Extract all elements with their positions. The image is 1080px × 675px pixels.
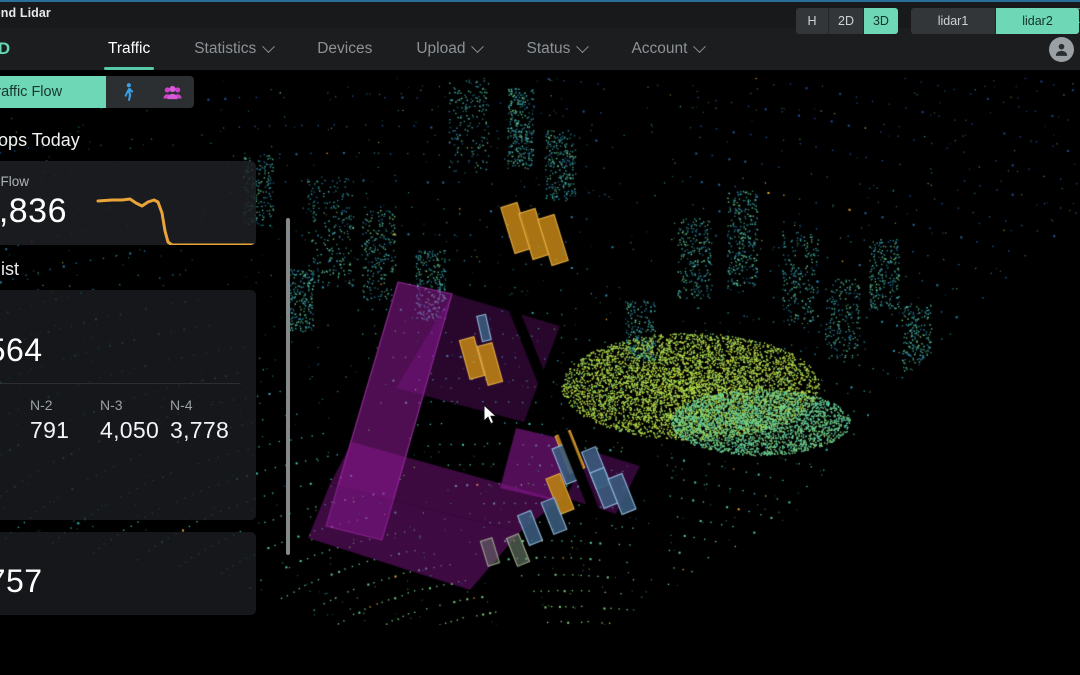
node-label: N-2	[30, 396, 53, 413]
chevron-down-icon	[693, 39, 707, 53]
group-east-dropdown[interactable]	[0, 545, 240, 554]
node-value: 95	[0, 478, 30, 505]
node-cell: N-595	[0, 458, 30, 505]
group-east-total: 2,757	[0, 562, 43, 599]
node-cell: N-3 4,050	[100, 397, 170, 444]
lidar-source-lidar2[interactable]: lidar2	[995, 8, 1079, 34]
divider	[0, 382, 240, 384]
nav-item-devices[interactable]: Devices	[295, 28, 394, 70]
node-label: N-4	[170, 396, 193, 413]
lidar-source-toggle[interactable]: lidar1 lidar2	[911, 8, 1079, 34]
node-label: N-5	[0, 458, 30, 474]
chevron-down-icon	[471, 39, 485, 53]
node-value: 791	[30, 416, 70, 443]
view-mode-toggle[interactable]: H 2D 3D	[796, 8, 898, 34]
section-title: tual Loops Today	[0, 130, 80, 150]
view-mode-h[interactable]: H	[796, 8, 828, 34]
intersection-group-north: th 9,564 N-150N-2791N-34,050N-43,778 N-5…	[0, 289, 256, 520]
node-label: N-1	[0, 397, 30, 413]
window-title: yond Lidar	[0, 6, 51, 20]
panel-scrollbar[interactable]	[286, 218, 290, 555]
group-north-dropdown[interactable]: th	[0, 303, 240, 323]
nav-item-status[interactable]: Status	[504, 28, 609, 70]
group-north-nodes-row2: N-595	[0, 458, 240, 505]
intersection-list-heading: ection list	[0, 258, 20, 279]
nav-item-label: Traffic	[108, 40, 151, 57]
brand-logo[interactable]: OND	[0, 39, 11, 59]
nav-items: Traffic Statistics Devices Upload Status Acco…	[86, 28, 726, 70]
user-avatar-icon[interactable]	[1049, 37, 1074, 62]
node-cell: N-150	[0, 397, 30, 444]
node-value: 50	[0, 417, 30, 444]
lidar-source-lidar1[interactable]: lidar1	[911, 8, 995, 34]
nav-item-label: Upload	[416, 40, 466, 57]
group-north-nodes: N-150N-2791N-34,050N-43,778	[0, 397, 240, 444]
node-cell: N-4 3,778	[170, 397, 240, 444]
group-north-total: 9,564	[0, 331, 43, 368]
nav-item-label: Status	[526, 40, 571, 57]
nav-item-label: Devices	[317, 40, 373, 57]
view-mode-2d[interactable]: 2D	[828, 8, 863, 34]
nav-item-label: Statistics	[194, 40, 257, 57]
traffic-flow-card: Traffic Flow 23,836	[0, 161, 256, 245]
nav-item-label: Account	[631, 40, 688, 57]
nav-item-traffic[interactable]: Traffic	[86, 28, 172, 70]
node-value: 3,778	[170, 416, 230, 443]
nav-item-statistics[interactable]: Statistics	[172, 28, 295, 70]
left-overlay-panel: Traffic Flow	[0, 70, 292, 625]
node-label: N-3	[100, 396, 123, 413]
page-bottom-fill	[0, 625, 1080, 675]
nav-item-account[interactable]: Account	[609, 28, 726, 70]
intersection-group-east: 2,757	[0, 531, 256, 615]
app-root: yond Lidar OND Traffic Statistics Devices U…	[0, 0, 1080, 675]
traffic-flow-sparkline	[96, 187, 256, 245]
pedestrian-icon[interactable]	[106, 76, 150, 108]
nav-item-upload[interactable]: Upload	[394, 28, 504, 70]
node-cell: N-2 791	[30, 397, 100, 444]
app-navbar: OND Traffic Statistics Devices Upload Status…	[0, 28, 1080, 70]
crowd-group-icon[interactable]	[150, 76, 194, 108]
chevron-down-icon	[576, 39, 590, 53]
traffic-flow-tab[interactable]: Traffic Flow	[0, 76, 106, 108]
node-value: 4,050	[100, 416, 160, 443]
view-mode-3d[interactable]: 3D	[862, 8, 898, 34]
chevron-down-icon	[262, 39, 276, 53]
traffic-flow-segmented-control: Traffic Flow	[0, 76, 194, 108]
